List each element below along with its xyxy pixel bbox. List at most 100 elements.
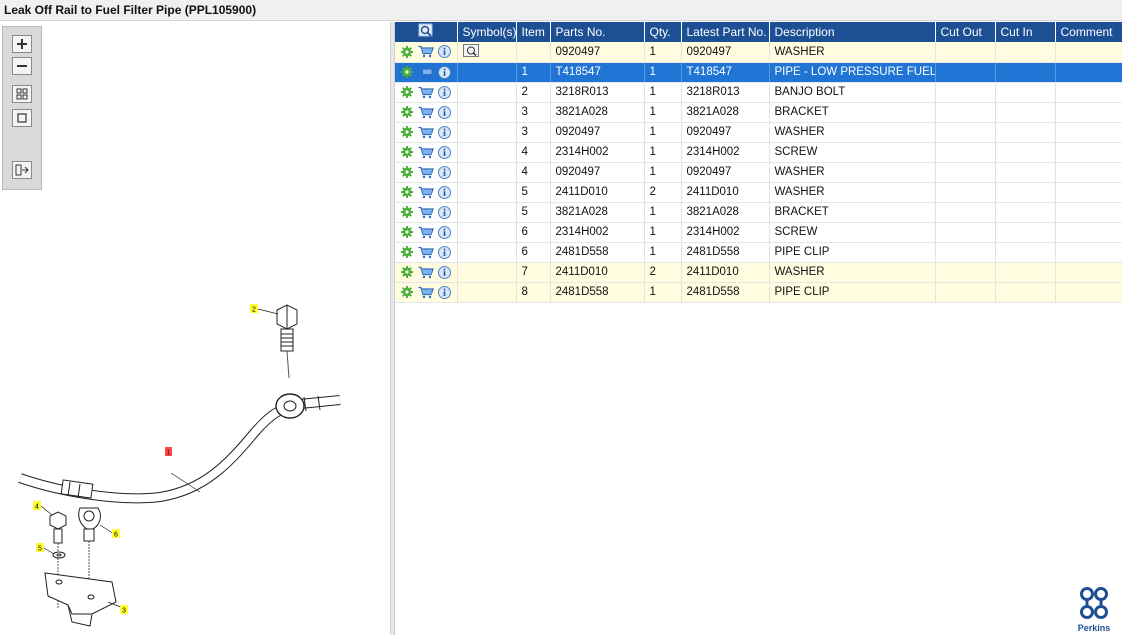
info-icon[interactable]	[438, 205, 452, 219]
cart-icon[interactable]	[418, 165, 434, 179]
cell-parts-no: 2314H002	[550, 222, 645, 243]
gear-icon[interactable]	[400, 185, 414, 199]
cell-description: PIPE CLIP	[769, 282, 936, 303]
callout-3[interactable]: 3	[120, 605, 128, 615]
zoom-out-button[interactable]	[12, 57, 32, 75]
gear-icon[interactable]	[400, 205, 414, 219]
gear-icon[interactable]	[400, 165, 414, 179]
callout-2[interactable]: 2	[250, 304, 258, 314]
gear-icon[interactable]	[400, 225, 414, 239]
col-parts-no[interactable]: Parts No.	[550, 22, 645, 42]
info-icon[interactable]	[438, 105, 452, 119]
gear-icon[interactable]	[400, 45, 414, 59]
banjo-bolt-drawing[interactable]	[276, 304, 298, 379]
cart-icon[interactable]	[418, 125, 434, 139]
gear-icon[interactable]	[400, 105, 414, 119]
gear-icon[interactable]	[400, 65, 414, 79]
washer-drawing[interactable]	[52, 551, 66, 559]
callout-5[interactable]: 5	[36, 543, 44, 553]
table-row[interactable]: 1 T418547 1 T418547 PIPE - LOW PRESSURE FUEL	[395, 62, 1122, 83]
callout-6[interactable]: 6	[112, 529, 120, 539]
callout-1[interactable]: 1	[165, 447, 172, 457]
svg-text:5: 5	[38, 546, 42, 553]
cell-cut-out	[935, 242, 996, 263]
export-button[interactable]	[12, 161, 32, 179]
zoom-in-button[interactable]	[12, 35, 32, 53]
gear-icon[interactable]	[400, 145, 414, 159]
info-icon[interactable]	[438, 165, 452, 179]
cart-icon[interactable]	[418, 45, 434, 59]
fit-window-button[interactable]	[12, 109, 32, 127]
cell-latest-part-no: 2411D010	[681, 262, 770, 283]
cell-description: PIPE CLIP	[769, 242, 936, 263]
table-row[interactable]: 2 3218R013 1 3218R013 BANJO BOLT	[395, 82, 1122, 103]
table-row[interactable]: 6 2314H002 1 2314H002 SCREW	[395, 222, 1122, 243]
cart-icon[interactable]	[418, 265, 434, 279]
cart-icon[interactable]	[418, 185, 434, 199]
col-latest-part-no[interactable]: Latest Part No.	[681, 22, 770, 42]
diagram-pane[interactable]: 1 2 3 4 5 6	[0, 22, 390, 635]
table-row[interactable]: 4 0920497 1 0920497 WASHER	[395, 162, 1122, 183]
cart-icon[interactable]	[418, 105, 434, 119]
cart-icon[interactable]	[418, 85, 434, 99]
col-description[interactable]: Description	[769, 22, 936, 42]
table-row[interactable]: 7 2411D010 2 2411D010 WASHER	[395, 262, 1122, 283]
cell-item: 3	[516, 122, 551, 143]
cell-latest-part-no: 3821A028	[681, 202, 770, 223]
table-row[interactable]: 3 0920497 1 0920497 WASHER	[395, 122, 1122, 143]
info-icon[interactable]	[438, 65, 452, 79]
info-icon[interactable]	[438, 265, 452, 279]
col-cut-out[interactable]: Cut Out	[935, 22, 996, 42]
table-row[interactable]: 4 2314H002 1 2314H002 SCREW	[395, 142, 1122, 163]
col-comment[interactable]: Comment	[1055, 22, 1122, 42]
callout-4[interactable]: 4	[33, 501, 41, 511]
export-icon	[15, 164, 29, 176]
cell-symbols	[457, 242, 517, 263]
gear-icon[interactable]	[400, 265, 414, 279]
gear-icon[interactable]	[400, 245, 414, 259]
table-row[interactable]: 0920497 1 0920497 WASHER	[395, 42, 1122, 63]
info-icon[interactable]	[438, 85, 452, 99]
info-icon[interactable]	[438, 185, 452, 199]
row-actions	[395, 142, 458, 163]
table-row[interactable]: 5 2411D010 2 2411D010 WASHER	[395, 182, 1122, 203]
table-row[interactable]: 6 2481D558 1 2481D558 PIPE CLIP	[395, 242, 1122, 263]
cart-icon[interactable]	[418, 205, 434, 219]
drawing-icon[interactable]	[462, 44, 479, 58]
cell-qty: 1	[644, 142, 682, 163]
info-icon[interactable]	[438, 285, 452, 299]
info-icon[interactable]	[438, 45, 452, 59]
parts-diagram[interactable]: 1 2 3 4 5 6	[0, 22, 390, 635]
perkins-logo-mark	[1080, 587, 1108, 619]
search-column-header[interactable]	[395, 22, 458, 42]
gear-icon[interactable]	[400, 85, 414, 99]
gear-icon[interactable]	[400, 125, 414, 139]
info-icon[interactable]	[438, 245, 452, 259]
cart-icon[interactable]	[418, 145, 434, 159]
info-icon[interactable]	[438, 125, 452, 139]
cart-icon[interactable]	[418, 285, 434, 299]
cart-icon[interactable]	[418, 65, 434, 79]
cell-description: WASHER	[769, 42, 936, 63]
col-cut-in[interactable]: Cut In	[995, 22, 1056, 42]
search-icon[interactable]	[418, 23, 434, 38]
table-row[interactable]: 5 3821A028 1 3821A028 BRACKET	[395, 202, 1122, 223]
cell-parts-no: 3821A028	[550, 102, 645, 123]
cell-description: WASHER	[769, 182, 936, 203]
table-row[interactable]: 8 2481D558 1 2481D558 PIPE CLIP	[395, 282, 1122, 303]
fit-all-button[interactable]	[12, 85, 32, 103]
gear-icon[interactable]	[400, 285, 414, 299]
cell-comment	[1055, 122, 1122, 143]
cell-cut-in	[995, 122, 1056, 143]
col-qty[interactable]: Qty.	[644, 22, 682, 42]
col-item[interactable]: Item	[516, 22, 551, 42]
info-icon[interactable]	[438, 225, 452, 239]
cart-icon[interactable]	[418, 245, 434, 259]
cart-icon[interactable]	[418, 225, 434, 239]
cell-item: 5	[516, 182, 551, 203]
bracket-drawing[interactable]	[44, 572, 117, 627]
fuel-pipe-drawing[interactable]	[18, 393, 341, 504]
info-icon[interactable]	[438, 145, 452, 159]
col-symbols[interactable]: Symbol(s)	[457, 22, 517, 42]
table-row[interactable]: 3 3821A028 1 3821A028 BRACKET	[395, 102, 1122, 123]
